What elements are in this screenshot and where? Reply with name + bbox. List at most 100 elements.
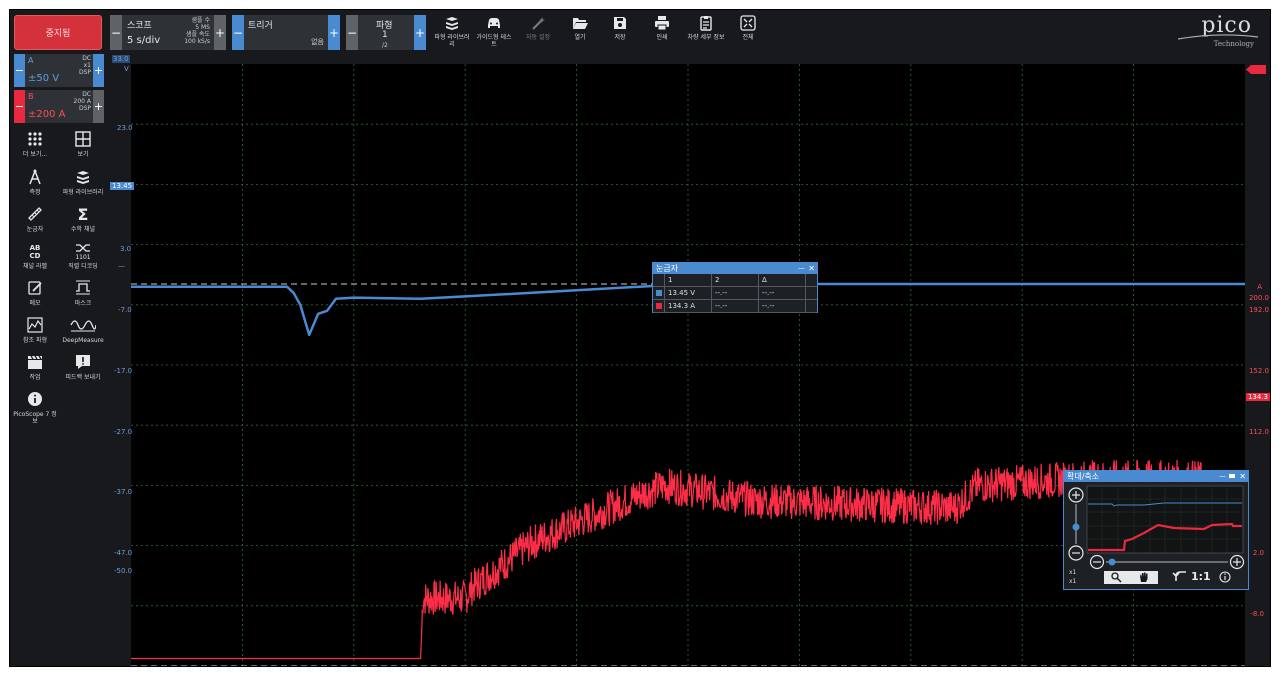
tool-auto-setup[interactable]: 자동 설정: [518, 14, 558, 52]
tool-print[interactable]: 인쇄: [644, 14, 680, 52]
tool-open[interactable]: 열기: [562, 14, 598, 52]
rulers-spare-header: [806, 274, 817, 287]
rulers-row-b-delta: --.--: [759, 300, 806, 313]
ruler-icon: [28, 207, 42, 221]
right-tick: 112.0: [1248, 428, 1269, 436]
rulers-header-delta: Δ: [759, 274, 806, 287]
vertical-zoom-handle[interactable]: [1072, 523, 1080, 531]
channel-b-name: B: [28, 92, 34, 101]
zoom-info-icon[interactable]: [1219, 571, 1231, 583]
scope-panel: − 스코프 5 s/div 샘플 수 5 MS 샘플 속도 100 kS/s +: [110, 15, 226, 50]
folder-open-icon: [573, 18, 588, 29]
side-tool-channel-labels[interactable]: AB CD 채널 라벨: [11, 242, 59, 270]
left-tick: 3.0: [120, 245, 132, 253]
dots-grid-icon: [28, 132, 42, 146]
side-tool-reference-waveforms[interactable]: 참조 파형: [11, 316, 59, 344]
trigger-plus-button[interactable]: +: [328, 15, 340, 50]
side-tool-view[interactable]: 보기: [59, 130, 107, 158]
car-icon: [488, 18, 500, 28]
waveform-next-button[interactable]: +: [414, 15, 426, 50]
tool-waveform-library[interactable]: 파형 라이브러리: [432, 14, 472, 52]
svg-text:CD: CD: [30, 252, 41, 260]
view-grid-icon: [75, 131, 91, 147]
rulers-titlebar[interactable]: 눈금자 — ✕: [653, 263, 817, 274]
rulers-title: 눈금자: [656, 264, 679, 273]
side-tool-send-feedback[interactable]: 피드백 보내기: [59, 353, 107, 381]
rulers-color-header: [653, 274, 665, 287]
rulers-row-a-value2: --.--: [712, 287, 759, 300]
right-tick: 2.0: [1252, 549, 1264, 557]
timebase-plus-button[interactable]: +: [214, 15, 226, 50]
zoom-titlebar[interactable]: 확대/축소 — ✕: [1064, 471, 1248, 482]
samples-info: 샘플 수 5 MS 샘플 속도 100 kS/s: [184, 17, 210, 45]
mask-icon: [76, 280, 90, 295]
rulers-row-b-value2: --.--: [712, 300, 759, 313]
waveform-current: 1: [382, 30, 388, 40]
rulers-close-button[interactable]: ✕: [808, 263, 815, 274]
zoom-controls: [1068, 485, 1245, 584]
left-tick: -50.0: [114, 567, 133, 575]
side-tool-deepmeasure[interactable]: DeepMeasure: [59, 316, 107, 344]
channel-b-plus[interactable]: +: [93, 90, 104, 123]
zoom-factor-x: x1: [1069, 578, 1077, 585]
side-tool-mask[interactable]: 마스크: [59, 279, 107, 307]
svg-text:AB: AB: [30, 244, 41, 252]
right-tick: 200.0: [1248, 294, 1269, 302]
channel-b-button[interactable]: − B DC 200 A DSP ±200 A +: [14, 90, 104, 123]
undo-zoom-icon[interactable]: [1172, 571, 1186, 581]
horizontal-zoom-handle[interactable]: [1108, 558, 1116, 566]
waveform-panel: − 파형 1 /2 +: [346, 15, 426, 50]
tool-save[interactable]: 저장: [602, 14, 638, 52]
waveform-prev-button[interactable]: −: [346, 15, 358, 50]
stop-button[interactable]: 중지됨: [14, 15, 102, 50]
side-tool-notes[interactable]: 메모: [11, 279, 59, 307]
side-tool-measure[interactable]: 측정: [11, 168, 59, 196]
zoom-one-to-one-button[interactable]: 1:1: [1191, 570, 1211, 583]
zoom-in-horizontal-button[interactable]: [1229, 554, 1245, 570]
zoom-window[interactable]: 확대/축소 — ✕ x1 x1 1:1: [1063, 470, 1249, 590]
serial-decode-icon: 1101: [75, 244, 91, 260]
side-tool-serial-decoding[interactable]: 1101 직렬 디코딩: [59, 242, 107, 270]
side-tool-actions[interactable]: 작업: [11, 353, 59, 381]
stop-button-label: 중지됨: [45, 29, 71, 39]
zoom-minimize-button[interactable]: —: [1219, 471, 1226, 482]
deepmeasure-icon: [70, 320, 96, 332]
left-axis-unit: V: [124, 65, 129, 73]
zoom-out-vertical-button[interactable]: [1068, 545, 1084, 561]
side-tool-rulers[interactable]: 눈금자: [11, 205, 59, 233]
channel-a-plus[interactable]: +: [93, 54, 104, 87]
zoom-tool-magnifier-icon[interactable]: [1104, 571, 1131, 584]
zoom-restore-icon[interactable]: [1229, 474, 1235, 478]
zoom-out-horizontal-button[interactable]: [1089, 554, 1105, 570]
channel-a-button[interactable]: − A DC x1 DSP ±50 V +: [14, 54, 104, 87]
trigger-minus-button[interactable]: −: [232, 15, 244, 50]
rulers-window[interactable]: 눈금자 — ✕ 1 2 Δ 13.45 V --.-- --.-- 134.3 …: [652, 262, 818, 313]
channel-b-range: ±200 A: [28, 109, 66, 120]
timebase-minus-button[interactable]: −: [110, 15, 122, 50]
trigger-title: 트리거: [248, 21, 273, 31]
tool-guided-test[interactable]: 가이드형 테스트: [474, 14, 514, 52]
trigger-mode[interactable]: 없음: [311, 39, 324, 46]
pan-tool-hand-icon[interactable]: [1131, 571, 1158, 584]
zoom-close-button[interactable]: ✕: [1239, 471, 1246, 482]
channel-a-minus[interactable]: −: [14, 54, 25, 87]
logo-sub: Technology: [1213, 40, 1254, 48]
channel-b-minus[interactable]: −: [14, 90, 25, 123]
tool-fullscreen[interactable]: 전체: [732, 14, 764, 52]
side-tool-more[interactable]: 더 보기...: [11, 130, 59, 158]
tool-vehicle-details[interactable]: 차량 세부 정보: [682, 14, 730, 52]
rulers-row-a-swatch: [653, 287, 665, 300]
zoom-in-vertical-button[interactable]: [1068, 487, 1084, 503]
left-tick: 23.0: [117, 124, 133, 132]
zoom-title: 확대/축소: [1067, 472, 1100, 481]
side-tool-about[interactable]: PicoScope 7 정보: [11, 390, 59, 425]
left-tick-marker[interactable]: 13.45: [110, 182, 135, 190]
right-tick-marker[interactable]: 134.3: [1245, 393, 1270, 401]
left-tick: -37.0: [114, 488, 133, 496]
timebase-value[interactable]: 5 s/div: [127, 35, 160, 46]
rulers-minimize-button[interactable]: —: [798, 263, 805, 274]
waveform-total: /2: [382, 42, 388, 49]
channel-a-range: ±50 V: [28, 73, 60, 84]
side-tool-math-channels[interactable]: Σ 수학 채널: [59, 205, 107, 233]
side-tool-waveform-library[interactable]: 파형 라이브러리: [59, 168, 107, 196]
